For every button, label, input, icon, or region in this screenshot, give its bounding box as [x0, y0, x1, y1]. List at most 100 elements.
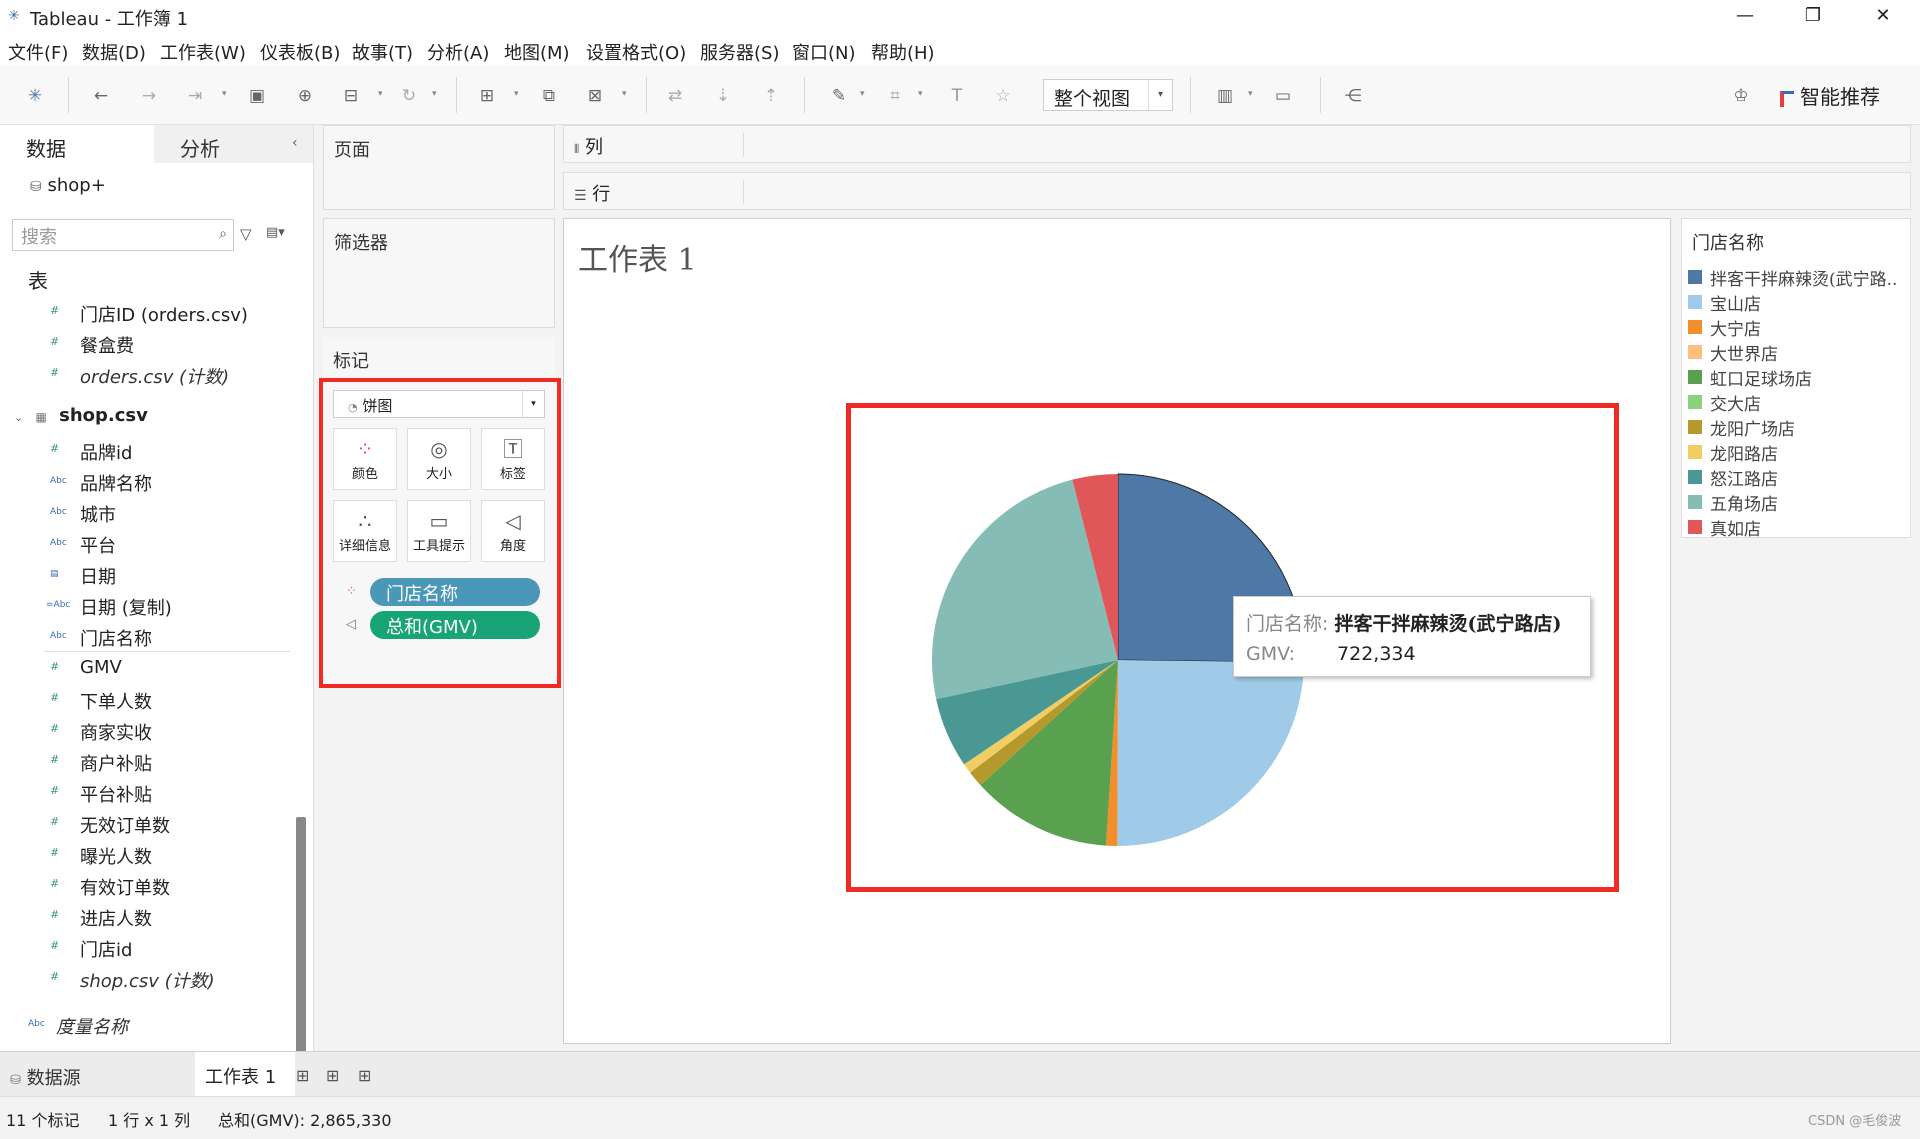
menu-dashboard[interactable]: 仪表板(B) [260, 39, 340, 65]
presentation-mode-icon[interactable]: ▭ [1272, 85, 1294, 107]
chevron-down-icon[interactable]: ▾ [514, 89, 519, 99]
rows-shelf[interactable]: ☰ 行 [563, 172, 1911, 210]
field-item[interactable]: Abc 度量名称 [0, 1010, 290, 1041]
field-item[interactable]: # 餐盒费 [0, 329, 290, 360]
table-shop[interactable]: ⌄ ▦ shop.csv [14, 405, 148, 426]
field-item[interactable]: # 曝光人数 [0, 840, 290, 871]
datasource-item[interactable]: ⛁ shop+ [30, 175, 106, 196]
field-item[interactable]: # 商户补贴 [0, 747, 290, 778]
share-icon[interactable]: ⋲ [1342, 85, 1364, 107]
search-input[interactable]: 搜索 ⌕ [12, 219, 234, 251]
menu-worksheet[interactable]: 工作表(W) [160, 39, 246, 65]
size-button[interactable]: ◎ 大小 [407, 428, 471, 490]
tab-analysis[interactable]: 分析 [154, 125, 313, 163]
chevron-down-icon[interactable]: ▾ [1148, 80, 1172, 110]
field-item[interactable]: # orders.csv (计数) [0, 360, 290, 391]
duplicate-sheet-icon[interactable]: ⧉ [538, 85, 560, 107]
legend-item[interactable]: 大宁店 [1688, 314, 1908, 339]
field-item[interactable]: # 有效订单数 [0, 871, 290, 902]
legend-item[interactable]: 龙阳广场店 [1688, 414, 1908, 439]
label-button[interactable]: 🅃 标签 [481, 428, 545, 490]
data-pane-scrollbar[interactable] [296, 817, 306, 1051]
chevron-down-icon[interactable]: ▾ [432, 89, 437, 99]
close-button[interactable]: ✕ [1860, 3, 1906, 29]
pie-slice[interactable] [1117, 660, 1304, 846]
chevron-down-icon[interactable]: ▾ [860, 89, 865, 99]
menu-story[interactable]: 故事(T) [352, 39, 413, 65]
tooltip-button[interactable]: ▭ 工具提示 [407, 500, 471, 562]
field-item[interactable]: # 品牌id [0, 436, 290, 467]
field-item[interactable]: Abc 城市 [0, 498, 290, 529]
menu-analysis[interactable]: 分析(A) [427, 39, 489, 65]
legend-item[interactable]: 龙阳路店 [1688, 439, 1908, 464]
legend-item[interactable]: 宝山店 [1688, 289, 1908, 314]
field-item[interactable]: # 下单人数 [0, 685, 290, 716]
new-dashboard-icon[interactable]: ⊞ [326, 1066, 339, 1085]
datasource-tab[interactable]: ⛁ 数据源 [10, 1064, 81, 1090]
format-painter-icon[interactable]: ♔ [1730, 85, 1752, 107]
legend-item[interactable]: 大世界店 [1688, 339, 1908, 364]
new-story-icon[interactable]: ⊞ [358, 1066, 371, 1085]
tab-sheet-1[interactable]: 工作表 1 [195, 1052, 295, 1097]
collapse-pane-icon[interactable]: ‹ [292, 135, 298, 151]
columns-shelf[interactable]: ⦀ 列 [563, 125, 1911, 163]
field-item[interactable]: # 无效订单数 [0, 809, 290, 840]
pause-updates-icon[interactable]: ⊟ [340, 85, 362, 107]
chevron-down-icon[interactable]: ▾ [378, 89, 383, 99]
new-datasource-icon[interactable]: ⊕ [294, 85, 316, 107]
undo-icon[interactable]: ← [90, 85, 112, 107]
show-labels-icon[interactable]: T [946, 85, 968, 107]
field-item[interactable]: # 门店id [0, 933, 290, 964]
legend-item[interactable]: 交大店 [1688, 389, 1908, 414]
field-item[interactable]: ▤ 日期 [0, 560, 290, 591]
menu-help[interactable]: 帮助(H) [871, 39, 935, 65]
view-mode-select[interactable]: 整个视图 ▾ [1043, 79, 1173, 111]
new-worksheet-icon[interactable]: ⊞ [476, 85, 498, 107]
angle-button[interactable]: ◁ 角度 [481, 500, 545, 562]
filter-icon[interactable]: ▽ [240, 225, 252, 243]
legend-item[interactable]: 虹口足球场店 [1688, 364, 1908, 389]
fix-axes-icon[interactable]: ☆ [992, 85, 1014, 107]
menu-window[interactable]: 窗口(N) [792, 39, 856, 65]
menu-file[interactable]: 文件(F) [8, 39, 68, 65]
minimize-button[interactable]: — [1722, 3, 1768, 29]
refresh-icon[interactable]: ↻ [398, 85, 420, 107]
field-item[interactable]: Abc 品牌名称 [0, 467, 290, 498]
field-item[interactable]: # 进店人数 [0, 902, 290, 933]
mark-type-select[interactable]: ◔ 饼图 ▾ [333, 390, 545, 418]
save-icon[interactable]: ▣ [246, 85, 268, 107]
new-worksheet-icon[interactable]: ⊞ [296, 1066, 309, 1085]
detail-button[interactable]: ∴ 详细信息 [333, 500, 397, 562]
show-cards-icon[interactable]: ▥ [1214, 85, 1236, 107]
field-item[interactable]: # 门店ID (orders.csv) [0, 298, 290, 329]
tableau-home-icon[interactable]: ✳ [24, 85, 46, 107]
swap-icon[interactable]: ⇄ [664, 85, 686, 107]
pill-sum-gmv[interactable]: 总和(GMV) [370, 611, 540, 639]
filters-shelf[interactable]: 筛选器 [323, 218, 555, 328]
pages-shelf[interactable]: 页面 [323, 125, 555, 210]
sort-ascending-icon[interactable]: ⇣ [712, 85, 734, 107]
replay-icon[interactable]: ⇥ [184, 85, 206, 107]
chevron-down-icon[interactable]: ⌄ [14, 411, 23, 424]
field-item[interactable]: Abc 门店名称 [0, 622, 290, 653]
field-item[interactable]: # GMV [0, 654, 290, 685]
field-item[interactable]: # 平台补贴 [0, 778, 290, 809]
chevron-down-icon[interactable]: ▾ [1248, 89, 1253, 99]
legend-item[interactable]: 五角场店 [1688, 489, 1908, 514]
redo-icon[interactable]: → [138, 85, 160, 107]
highlight-icon[interactable]: ✎ [828, 85, 850, 107]
chevron-down-icon[interactable]: ▾ [522, 391, 544, 417]
field-item[interactable]: =Abc 日期 (复制) [0, 591, 290, 622]
sort-descending-icon[interactable]: ⇡ [760, 85, 782, 107]
view-options-icon[interactable]: ▤▾ [266, 225, 285, 240]
show-me-button[interactable]: 智能推荐 [1780, 81, 1880, 110]
clear-sheet-icon[interactable]: ⊠ [584, 85, 606, 107]
chevron-down-icon[interactable]: ▾ [622, 89, 627, 99]
menu-server[interactable]: 服务器(S) [700, 39, 779, 65]
chevron-down-icon[interactable]: ▾ [222, 89, 227, 99]
chevron-down-icon[interactable]: ▾ [918, 89, 923, 99]
legend-item[interactable]: 拌客干拌麻辣烫(武宁路.. [1688, 264, 1908, 289]
legend-item[interactable]: 真如店 [1688, 514, 1908, 539]
group-icon[interactable]: ⌗ [884, 85, 906, 107]
field-item[interactable]: Abc 平台 [0, 529, 290, 560]
